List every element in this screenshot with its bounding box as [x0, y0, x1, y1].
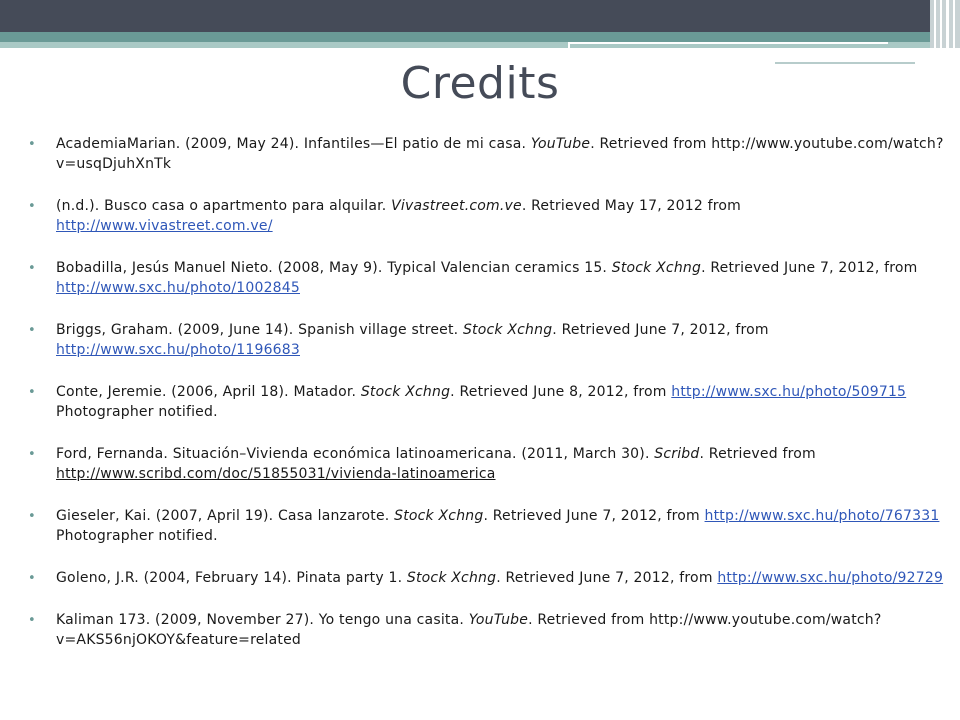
reference-mid: . Retrieved from — [528, 612, 650, 628]
reference-mid: . Retrieved June 7, 2012, from — [483, 508, 705, 524]
reference-source: YouTube — [468, 612, 529, 628]
reference-item: • Goleno, J.R. (2004, February 14). Pina… — [26, 568, 948, 588]
reference-tail: Photographer notified. — [56, 404, 218, 420]
reference-mid: . Retrieved June 7, 2012, from — [701, 260, 918, 276]
reference-source: Stock Xchng — [611, 260, 702, 276]
reference-mid: . Retrieved June 8, 2012, from — [450, 384, 672, 400]
bullet-icon: • — [28, 509, 36, 524]
reference-item: • Ford, Fernanda. Situación–Vivienda eco… — [26, 444, 948, 484]
reference-lead: Conte, Jeremie. (2006, April 18). Matado… — [56, 384, 361, 400]
slide: Credits • AcademiaMarian. (2009, May 24)… — [0, 0, 960, 720]
edge-line — [934, 0, 936, 48]
reference-list: • AcademiaMarian. (2009, May 24). Infant… — [26, 134, 948, 672]
reference-source: Scribd — [654, 446, 700, 462]
reference-mid: . Retrieved May 17, 2012 from — [521, 198, 741, 214]
reference-item: • Kaliman 173. (2009, November 27). Yo t… — [26, 610, 948, 650]
edge-line — [946, 0, 949, 48]
reference-item: • Briggs, Graham. (2009, June 14). Spani… — [26, 320, 948, 360]
reference-url[interactable]: http://www.sxc.hu/photo/92729 — [717, 570, 943, 586]
bullet-icon: • — [28, 137, 36, 152]
reference-lead: Briggs, Graham. (2009, June 14). Spanish… — [56, 322, 463, 338]
reference-mid: . Retrieved June 7, 2012, from — [496, 570, 718, 586]
reference-source: Vivastreet.com.ve — [391, 198, 522, 214]
reference-lead: Goleno, J.R. (2004, February 14). Pinata… — [56, 570, 407, 586]
reference-mid: . Retrieved June 7, 2012, from — [552, 322, 769, 338]
bullet-icon: • — [28, 385, 36, 400]
reference-item: • AcademiaMarian. (2009, May 24). Infant… — [26, 134, 948, 174]
reference-item: • (n.d.). Busco casa o apartmento para a… — [26, 196, 948, 236]
header-band-teal — [0, 32, 930, 42]
reference-lead: AcademiaMarian. (2009, May 24). Infantil… — [56, 136, 531, 152]
reference-url[interactable]: http://www.sxc.hu/photo/509715 — [671, 384, 906, 400]
reference-source: YouTube — [530, 136, 591, 152]
bullet-icon: • — [28, 199, 36, 214]
bullet-icon: • — [28, 261, 36, 276]
reference-source: Stock Xchng — [406, 570, 497, 586]
reference-item: • Bobadilla, Jesús Manuel Nieto. (2008, … — [26, 258, 948, 298]
reference-source: Stock Xchng — [360, 384, 451, 400]
edge-line — [953, 0, 955, 48]
reference-lead: (n.d.). Busco casa o apartmento para alq… — [56, 198, 392, 214]
reference-lead: Ford, Fernanda. Situación–Vivienda econó… — [56, 446, 655, 462]
bullet-icon: • — [28, 447, 36, 462]
reference-url[interactable]: http://www.sxc.hu/photo/1196683 — [56, 342, 300, 358]
reference-lead: Bobadilla, Jesús Manuel Nieto. (2008, Ma… — [56, 260, 612, 276]
reference-mid: . Retrieved from — [699, 446, 816, 462]
reference-lead: Kaliman 173. (2009, November 27). Yo ten… — [56, 612, 469, 628]
edge-line — [940, 0, 942, 48]
reference-url[interactable]: http://www.vivastreet.com.ve/ — [56, 218, 273, 234]
reference-tail: Photographer notified. — [56, 528, 218, 544]
reference-source: Stock Xchng — [462, 322, 553, 338]
reference-source: Stock Xchng — [394, 508, 484, 524]
reference-url[interactable]: http://www.sxc.hu/photo/767331 — [705, 508, 940, 524]
accent-line — [568, 42, 888, 44]
reference-url[interactable]: http://www.scribd.com/doc/51855031/vivie… — [56, 466, 496, 482]
bullet-icon: • — [28, 571, 36, 586]
reference-mid: . Retrieved from — [590, 136, 712, 152]
reference-item: • Conte, Jeremie. (2006, April 18). Mata… — [26, 382, 948, 422]
bullet-icon: • — [28, 323, 36, 338]
reference-url[interactable]: http://www.sxc.hu/photo/1002845 — [56, 280, 300, 296]
header-band-dark — [0, 0, 930, 32]
reference-lead: Gieseler, Kai. (2007, April 19). Casa la… — [56, 508, 395, 524]
bullet-icon: • — [28, 613, 36, 628]
page-title: Credits — [400, 58, 560, 109]
reference-item: • Gieseler, Kai. (2007, April 19). Casa … — [26, 506, 948, 546]
